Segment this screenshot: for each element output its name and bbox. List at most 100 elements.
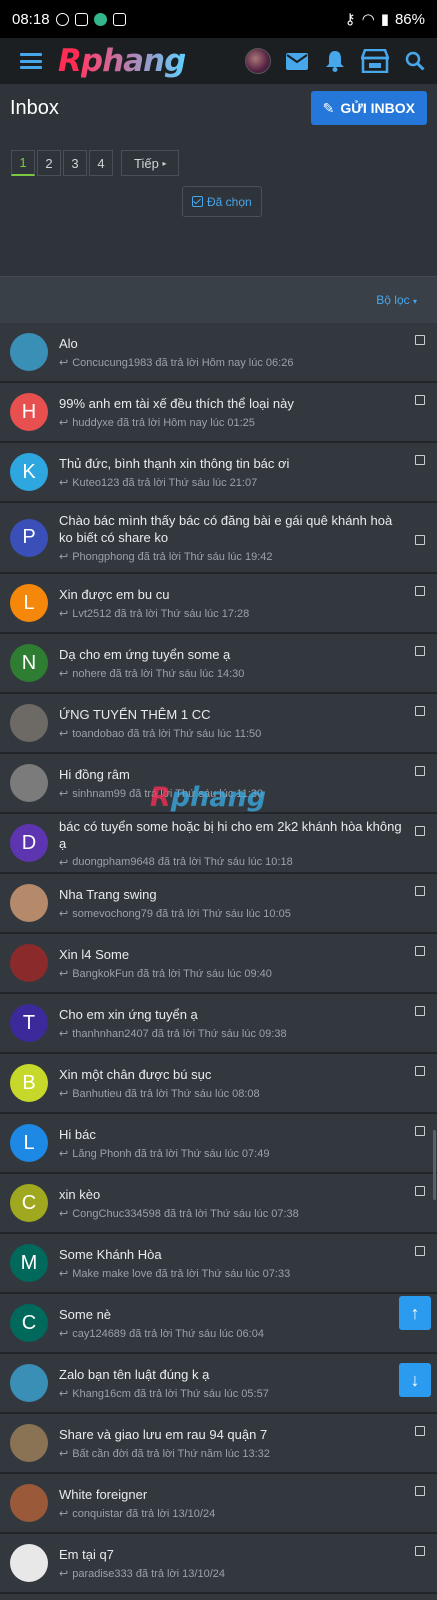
menu-icon[interactable] <box>20 53 42 69</box>
conversation-title[interactable]: Some Khánh Hòa <box>59 1246 409 1263</box>
filter-button[interactable]: Bộ lọc ▾ <box>376 293 417 307</box>
select-checkbox[interactable] <box>415 1246 425 1256</box>
conversation-row[interactable]: Cxin kèo ↩ CongChuc334598 đã trả lời Thứ s… <box>0 1174 437 1234</box>
avatar[interactable]: L <box>10 584 48 622</box>
select-checkbox[interactable] <box>415 1186 425 1196</box>
select-checkbox[interactable] <box>415 1126 425 1136</box>
next-page-button[interactable]: Tiếp ▸ <box>121 150 180 176</box>
page-4[interactable]: 4 <box>89 150 113 176</box>
conversation-title[interactable]: bác có tuyển some hoặc bị hi cho em 2k2 … <box>59 818 409 852</box>
conversation-title[interactable]: Nha Trang swing <box>59 886 409 903</box>
conversation-row[interactable]: L Hi bác ↩ Lăng Phonh đã trả lời Thứ sáu lú… <box>0 1114 437 1174</box>
select-checkbox[interactable] <box>415 395 425 405</box>
conversation-title[interactable]: Dạ cho em ứng tuyển some ạ <box>59 646 409 663</box>
conversation-title[interactable]: Zalo bạn tên luật đúng k ạ <box>59 1366 409 1383</box>
conversation-title[interactable]: Thủ đức, bình thạnh xin thông tin bác ơi <box>59 455 409 472</box>
select-checkbox[interactable] <box>415 946 425 956</box>
conversation-row[interactable]: Nha Trang swing ↩ somevochong79 đã trả lời… <box>0 874 437 934</box>
avatar[interactable] <box>10 764 48 802</box>
search-icon[interactable] <box>403 50 427 72</box>
avatar[interactable]: C <box>10 1184 48 1222</box>
site-logo[interactable]: Rphang <box>58 43 186 79</box>
conversation-row[interactable]: P Chào bác mình thấy bác có đăng bài e gá… <box>0 503 437 574</box>
conversation-title[interactable]: Some nè <box>59 1306 409 1323</box>
avatar[interactable]: M <box>10 1244 48 1282</box>
avatar[interactable]: D <box>10 824 48 862</box>
bell-icon[interactable] <box>323 50 347 72</box>
avatar[interactable] <box>10 944 48 982</box>
select-checkbox[interactable] <box>415 1546 425 1556</box>
conversation-title[interactable]: 99% anh em tài xế đều thích thể loại này <box>59 395 409 412</box>
conversation-title[interactable]: Chào bác mình thấy bác có đăng bài e gái… <box>59 512 409 546</box>
conversation-title[interactable]: Xin một chân được bú sục <box>59 1066 409 1083</box>
conversation-title[interactable]: Hi bác <box>59 1126 409 1143</box>
conversation-row[interactable]: M Some Khánh Hòa ↩ Make make love đã trả lờ… <box>0 1234 437 1294</box>
conversation-row[interactable]: ỨNG TUYỂN THÊM 1 CC ↩ toandobao đã trả lời… <box>0 694 437 754</box>
conversation-title[interactable]: ỨNG TUYỂN THÊM 1 CC <box>59 706 409 723</box>
avatar[interactable] <box>10 1544 48 1582</box>
conversation-row[interactable]: L Xin được em bu cu ↩ Lvt2512 đã trả lời Th… <box>0 574 437 634</box>
scroll-down-button[interactable]: ↓ <box>399 1363 431 1397</box>
selected-button[interactable]: Đã chọn <box>182 186 262 217</box>
select-checkbox[interactable] <box>415 1426 425 1436</box>
select-checkbox[interactable] <box>415 586 425 596</box>
avatar[interactable]: L <box>10 1124 48 1162</box>
conversation-title[interactable]: Hi đồng râm <box>59 766 409 783</box>
conversation-title[interactable]: xin kèo <box>59 1186 409 1203</box>
avatar[interactable] <box>10 1484 48 1522</box>
conversation-row[interactable]: Alo ↩ Concucung1983 đã trả lời Hôm nay lúc… <box>0 323 437 383</box>
select-checkbox[interactable] <box>415 1006 425 1016</box>
conversation-title[interactable]: White foreigner <box>59 1486 409 1503</box>
select-checkbox[interactable] <box>415 1066 425 1076</box>
conversation-row[interactable]: T Cho em xin ứng tuyển ạ ↩ thanhnhan2407 đã… <box>0 994 437 1054</box>
select-checkbox[interactable] <box>415 826 425 836</box>
avatar[interactable]: C <box>10 1304 48 1342</box>
scroll-up-button[interactable]: ↑ <box>399 1296 431 1330</box>
select-checkbox[interactable] <box>415 1486 425 1496</box>
scrollbar-thumb[interactable] <box>433 1130 436 1200</box>
avatar[interactable] <box>10 704 48 742</box>
conversation-row[interactable]: H 99% anh em tài xế đều thích thể loại nà… <box>0 383 437 443</box>
conversation-title[interactable]: Share và giao lưu em rau 94 quận 7 <box>59 1426 409 1443</box>
page-3[interactable]: 3 <box>63 150 87 176</box>
conversation-title[interactable]: Alo <box>59 335 409 352</box>
avatar[interactable]: B <box>10 1064 48 1102</box>
page-1[interactable]: 1 <box>11 150 35 176</box>
conversation-row[interactable]: Hi bro↩Fan69 đã trả lời 12/10/24 <box>0 1594 437 1600</box>
select-checkbox[interactable] <box>415 886 425 896</box>
avatar[interactable]: H <box>10 393 48 431</box>
avatar[interactable]: K <box>10 453 48 491</box>
select-checkbox[interactable] <box>415 535 425 545</box>
conversation-title[interactable]: Cho em xin ứng tuyển ạ <box>59 1006 409 1023</box>
conversation-title[interactable]: Xin được em bu cu <box>59 586 409 603</box>
select-checkbox[interactable] <box>415 335 425 345</box>
conversation-row[interactable]: Xin l4 Some ↩ BangkokFun đã trả lời Thứ sá… <box>0 934 437 994</box>
conversation-row[interactable]: White foreigner ↩ conquistar đã trả lời 13… <box>0 1474 437 1534</box>
avatar[interactable] <box>10 1424 48 1462</box>
avatar[interactable]: P <box>10 518 48 557</box>
conversation-row[interactable]: B Xin một chân được bú sục ↩ Banhutieu đã t… <box>0 1054 437 1114</box>
user-avatar[interactable] <box>245 48 271 74</box>
conversation-title[interactable]: Em tại q7 <box>59 1546 409 1563</box>
conversation-title[interactable]: Xin l4 Some <box>59 946 409 963</box>
conversation-row[interactable]: Zalo bạn tên luật đúng k ạ ↩ Khang16cm đã … <box>0 1354 437 1414</box>
conversation-row[interactable]: C Some nè ↩ cay124689 đã trả lời Thứ sáu lú… <box>0 1294 437 1354</box>
conversation-row[interactable]: N Dạ cho em ứng tuyển some ạ ↩ nohere đã tr… <box>0 634 437 694</box>
store-icon[interactable] <box>361 49 389 73</box>
conversation-row[interactable]: Dbác có tuyển some hoặc bị hi cho em 2k2… <box>0 814 437 874</box>
avatar[interactable] <box>10 333 48 371</box>
select-checkbox[interactable] <box>415 646 425 656</box>
send-inbox-button[interactable]: ✎ GỬI INBOX <box>310 91 427 125</box>
select-checkbox[interactable] <box>415 455 425 465</box>
conversation-row[interactable]: Em tại q7 ↩ paradise333 đã trả lời 13/10/2… <box>0 1534 437 1594</box>
page-2[interactable]: 2 <box>37 150 61 176</box>
avatar[interactable]: N <box>10 644 48 682</box>
mail-icon[interactable] <box>285 50 309 72</box>
avatar[interactable] <box>10 884 48 922</box>
conversation-row[interactable]: Share và giao lưu em rau 94 quận 7 ↩ Bất c… <box>0 1414 437 1474</box>
avatar[interactable] <box>10 1364 48 1402</box>
conversation-row[interactable]: K Thủ đức, bình thạnh xin thông tin bác ơ… <box>0 443 437 503</box>
select-checkbox[interactable] <box>415 766 425 776</box>
select-checkbox[interactable] <box>415 706 425 716</box>
avatar[interactable]: T <box>10 1004 48 1042</box>
